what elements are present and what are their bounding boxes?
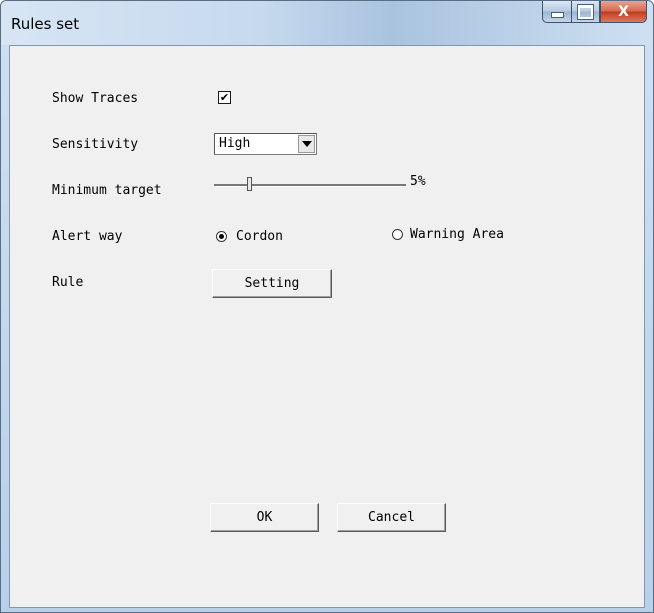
cancel-button[interactable]: Cancel [337,503,446,532]
show-traces-label: Show Traces [52,91,139,106]
minimize-icon [550,12,564,18]
chevron-down-icon [301,141,312,147]
rule-label: Rule [52,275,84,290]
minimum-target-slider-track[interactable] [214,184,406,187]
rules-set-window: Rules set X Show Traces ✔ Sensitivity Hi… [0,0,654,613]
ok-button-label: OK [256,510,273,525]
title-bar[interactable]: Rules set X [1,1,653,45]
warning-area-label[interactable]: Warning Area [410,227,504,242]
checkmark-icon: ✔ [219,91,230,104]
sensitivity-select[interactable]: High [214,133,317,155]
setting-button-label: Setting [244,276,300,291]
minimum-target-slider-thumb[interactable] [247,177,252,191]
maximize-button[interactable] [571,1,600,23]
maximize-icon [578,4,593,19]
minimum-target-value: 5% [410,174,426,189]
close-button[interactable]: X [600,1,647,23]
minimum-target-label: Minimum target [52,183,162,198]
rule-setting-button[interactable]: Setting [212,269,332,298]
close-icon: X [618,3,629,20]
show-traces-checkbox[interactable]: ✔ [218,91,231,104]
minimize-button[interactable] [542,1,571,23]
cancel-button-label: Cancel [368,510,415,525]
warning-area-radio[interactable] [392,229,403,240]
caption-buttons: X [542,1,647,23]
dialog-body: Show Traces ✔ Sensitivity High Minimum t… [9,45,645,608]
sensitivity-value: High [219,136,251,151]
cordon-label[interactable]: Cordon [236,229,283,244]
dropdown-arrow-button[interactable] [298,135,315,153]
alert-way-label: Alert way [52,229,123,244]
ok-button[interactable]: OK [210,503,319,532]
sensitivity-label: Sensitivity [52,137,139,152]
cordon-radio[interactable] [216,231,227,242]
window-title: Rules set [11,15,80,33]
